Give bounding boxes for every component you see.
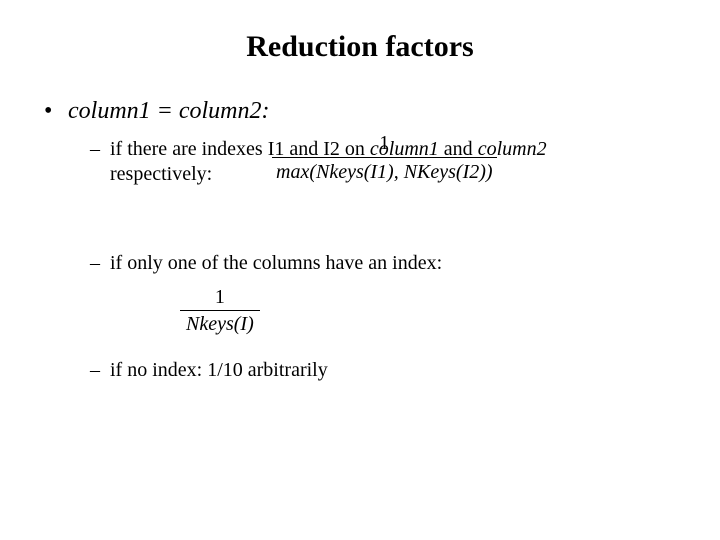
fraction-both-indexes: 1 max(Nkeys(I1), NKeys(I2)) xyxy=(272,131,497,185)
bullet-label: column1 = column2: xyxy=(68,98,270,124)
subbullet-no-index: if no index: 1/10 arbitrarily xyxy=(40,358,680,383)
subbullet-both-indexes: if there are indexes I1 and I2 on column… xyxy=(40,137,680,187)
text-one-index: if only one of the columns have an index… xyxy=(110,252,442,274)
fraction-denominator: max(Nkeys(I1), NKeys(I2)) xyxy=(272,157,497,185)
fraction-numerator: 1 xyxy=(272,131,497,157)
spacer xyxy=(40,187,680,243)
bullet-column-equality: column1 = column2: xyxy=(40,98,680,125)
text-respectively: respectively: xyxy=(110,163,212,185)
slide-title: Reduction factors xyxy=(40,30,680,64)
subbullet-one-index: if only one of the columns have an index… xyxy=(40,251,680,276)
fraction-numerator: 1 xyxy=(180,286,260,310)
slide: Reduction factors column1 = column2: if … xyxy=(0,0,720,540)
fraction-one-index-block: 1 Nkeys(I) xyxy=(180,286,680,336)
text-no-index: if no index: 1/10 arbitrarily xyxy=(110,359,328,381)
fraction-one-index: 1 Nkeys(I) xyxy=(180,286,260,336)
fraction-denominator: Nkeys(I) xyxy=(180,310,260,336)
